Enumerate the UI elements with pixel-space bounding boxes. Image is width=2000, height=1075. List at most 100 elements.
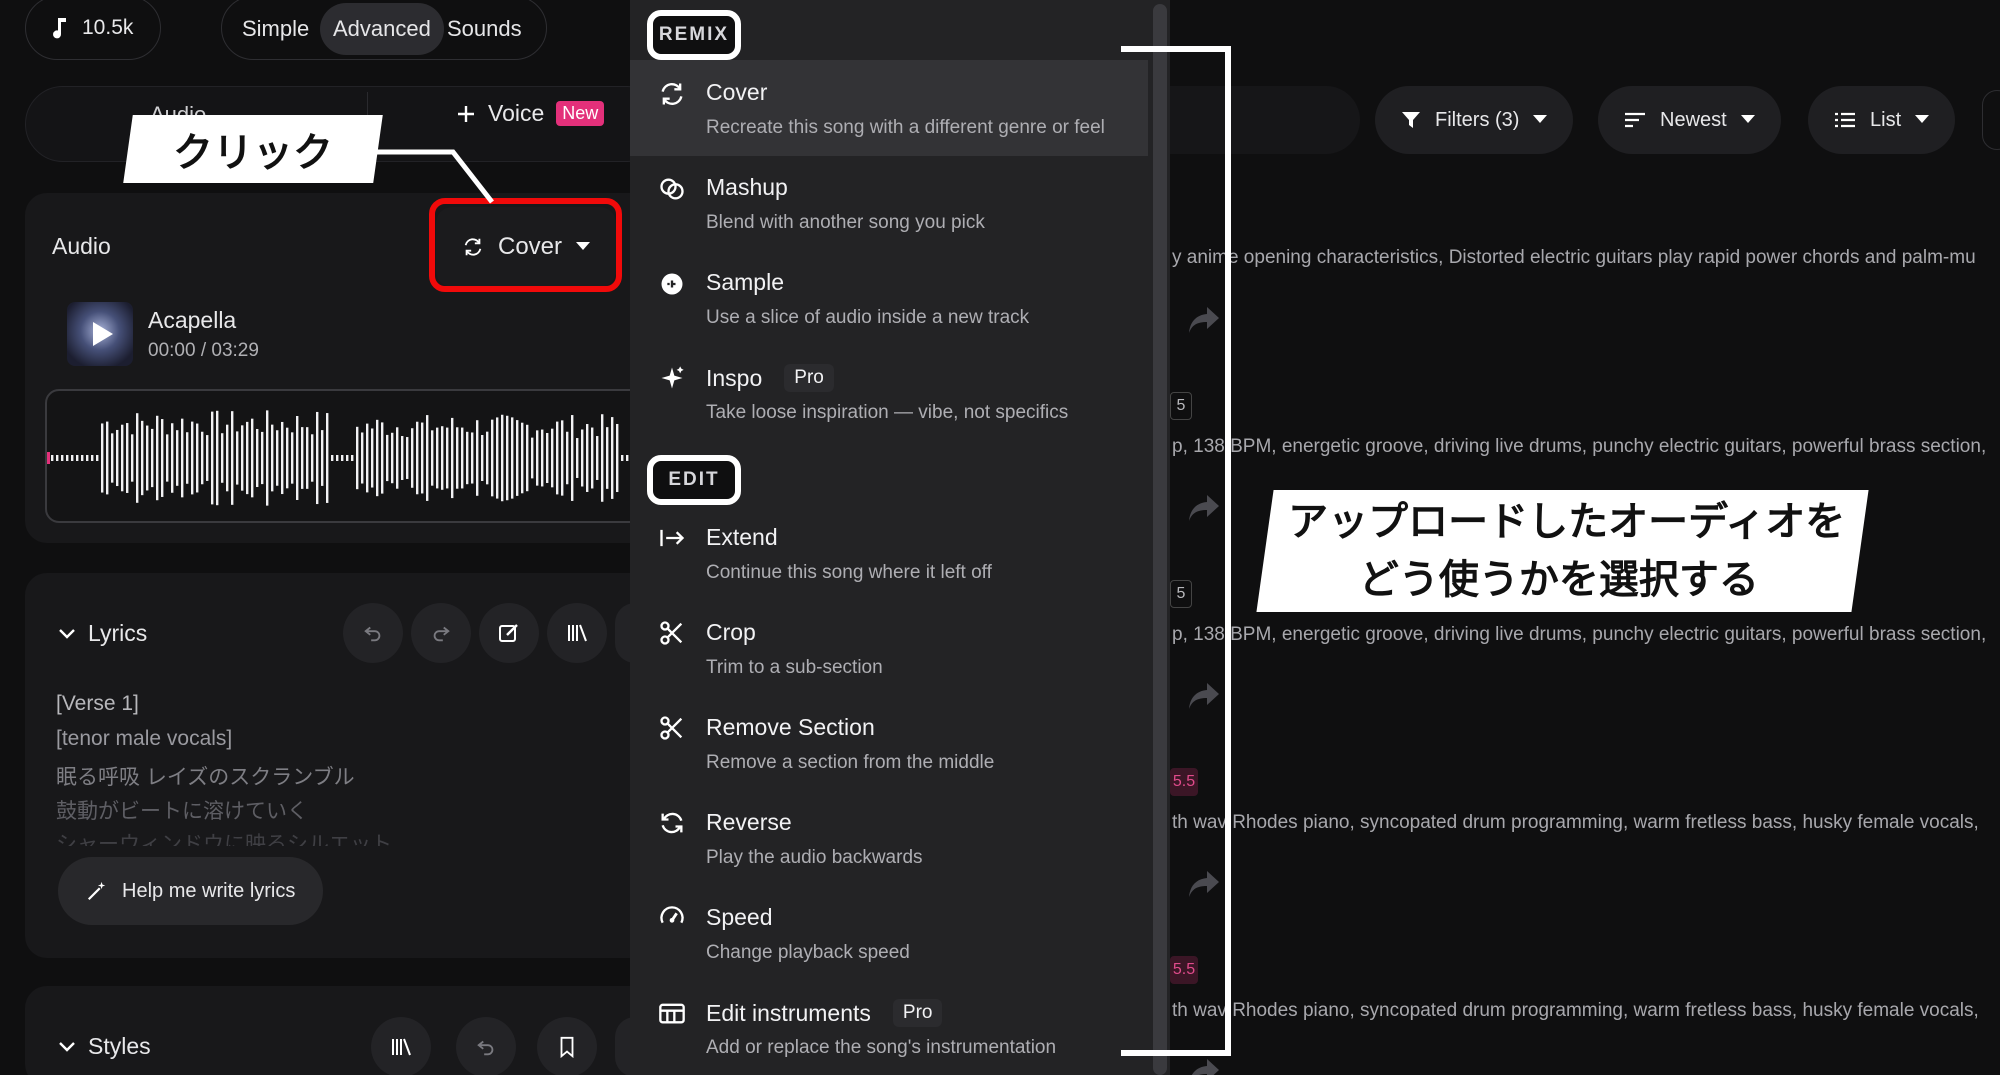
waveform-bar bbox=[591, 427, 594, 489]
waveform-bar bbox=[361, 432, 364, 484]
lyric-line: 眠る呼吸 レイズのスクランブル bbox=[56, 766, 355, 789]
menu-item-extend[interactable]: Extend bbox=[706, 524, 778, 551]
menu-item-speed[interactable]: Speed bbox=[706, 904, 773, 931]
menu-item-mashup[interactable]: Mashup bbox=[706, 174, 788, 201]
sort-button[interactable]: Newest bbox=[1598, 86, 1781, 154]
magic-wand-icon bbox=[87, 881, 106, 901]
credits-badge[interactable]: 10.5k bbox=[25, 0, 161, 60]
styles-undo-button[interactable] bbox=[456, 1017, 516, 1075]
waveform-bar bbox=[581, 429, 584, 487]
waveform-bar bbox=[291, 432, 294, 484]
filters-button[interactable]: Filters (3) bbox=[1375, 86, 1574, 154]
waveform-bar bbox=[141, 420, 144, 496]
track-title: Acapella bbox=[148, 307, 237, 333]
waveform-bar bbox=[261, 431, 264, 485]
menu-item-remove-section[interactable]: Remove Section bbox=[706, 714, 875, 741]
waveform-bar bbox=[146, 425, 149, 491]
callout-line: アップロードしたオーディオを bbox=[1287, 500, 1846, 544]
styles-bookmark-button[interactable] bbox=[537, 1017, 597, 1075]
song-description: th wav Rhodes piano, syncopated drum pro… bbox=[1172, 812, 1979, 833]
lyric-fade: シャーウィンドウに映るシルエット bbox=[56, 828, 616, 846]
lyrics-library-button[interactable] bbox=[547, 603, 607, 663]
lyric-line: シャーウィンドウに映るシルエット bbox=[56, 833, 392, 846]
mashup-icon bbox=[660, 178, 684, 200]
waveform-bar bbox=[521, 422, 524, 494]
waveform-bar bbox=[351, 455, 354, 461]
waveform-bar bbox=[531, 437, 534, 479]
menu-item-reverse[interactable]: Reverse bbox=[706, 809, 792, 836]
waveform-bar bbox=[321, 430, 324, 486]
menu-item-cover[interactable]: Cover bbox=[706, 79, 767, 106]
song-description: p, 138 BPM, energetic groove, driving li… bbox=[1172, 624, 1987, 645]
chevron-down-icon bbox=[59, 1041, 75, 1052]
waveform-bar bbox=[131, 434, 134, 482]
library-icon bbox=[392, 1038, 411, 1056]
more-options-button[interactable] bbox=[1982, 90, 2000, 150]
waveform-bar bbox=[66, 455, 69, 461]
view-button[interactable]: List bbox=[1808, 86, 1956, 154]
edit-section-label: EDIT bbox=[647, 455, 741, 505]
bookmark-icon bbox=[560, 1036, 574, 1058]
view-label: List bbox=[1870, 108, 1902, 131]
menu-item-title: Sample bbox=[706, 269, 784, 295]
waveform-bar bbox=[436, 427, 439, 489]
menu-item-title: Crop bbox=[706, 619, 756, 645]
audio-waveform[interactable] bbox=[45, 389, 665, 523]
menu-item-crop[interactable]: Crop bbox=[706, 619, 756, 646]
waveform-bar bbox=[71, 455, 74, 461]
mode-simple[interactable]: Simple bbox=[229, 3, 322, 55]
playhead[interactable] bbox=[47, 452, 50, 464]
waveform-bar bbox=[401, 436, 404, 480]
sort-icon bbox=[1625, 112, 1645, 128]
styles-title: Styles bbox=[88, 1033, 151, 1059]
menu-item-title: Inspo bbox=[706, 364, 763, 391]
edit-lyrics-button[interactable] bbox=[479, 603, 539, 663]
track-artwork[interactable] bbox=[67, 302, 133, 366]
extend-icon bbox=[660, 529, 685, 547]
mode-advanced[interactable]: Advanced bbox=[320, 3, 444, 55]
filters-label: Filters (3) bbox=[1435, 108, 1520, 131]
waveform-bar bbox=[246, 421, 249, 495]
help-write-lyrics-button[interactable]: Help me write lyrics bbox=[58, 857, 323, 925]
scissors-icon bbox=[660, 621, 683, 645]
mode-sounds[interactable]: Sounds bbox=[434, 3, 535, 55]
waveform-bar bbox=[566, 431, 569, 485]
waveform-bar bbox=[96, 455, 99, 461]
waveform-bar bbox=[61, 455, 64, 461]
waveform-bar bbox=[106, 421, 109, 495]
cover-icon bbox=[661, 83, 683, 105]
undo-icon bbox=[477, 1040, 494, 1056]
waveform-bar bbox=[316, 411, 319, 505]
waveform-bar bbox=[256, 428, 259, 488]
waveform-bar bbox=[126, 423, 129, 493]
waveform-bar bbox=[616, 423, 619, 493]
menu-item-subtitle: Recreate this song with a different genr… bbox=[706, 117, 1105, 138]
share-icon[interactable] bbox=[1187, 1057, 1221, 1075]
undo-button[interactable] bbox=[343, 603, 403, 663]
waveform-bar bbox=[171, 423, 174, 493]
tab-voice-label: Voice bbox=[488, 100, 545, 126]
menu-item-inspo[interactable]: Inspo Pro bbox=[706, 364, 834, 392]
redo-button[interactable] bbox=[411, 603, 471, 663]
lyrics-header[interactable]: Lyrics bbox=[58, 620, 147, 647]
waveform-bar bbox=[446, 427, 449, 489]
waveform-bar bbox=[431, 430, 434, 486]
menu-item-sample[interactable]: Sample bbox=[706, 269, 784, 296]
menu-item-edit-instruments[interactable]: Edit instruments Pro bbox=[706, 999, 943, 1027]
pro-badge: Pro bbox=[892, 999, 943, 1027]
waveform-bar bbox=[576, 438, 579, 478]
waveform-bar bbox=[491, 419, 494, 497]
song-description: p, 138 BPM, energetic groove, driving li… bbox=[1172, 436, 1987, 457]
styles-header[interactable]: Styles bbox=[58, 1033, 151, 1060]
waveform-bar bbox=[486, 431, 489, 485]
undo-icon bbox=[364, 626, 381, 642]
waveform-bar bbox=[86, 455, 89, 461]
waveform-bar bbox=[501, 414, 504, 502]
tab-voice[interactable]: Voice New bbox=[456, 100, 605, 127]
waveform-bar bbox=[156, 415, 159, 501]
waveform-bar bbox=[301, 427, 304, 489]
waveform-bar bbox=[306, 427, 309, 489]
waveform-bar bbox=[411, 428, 414, 488]
waveform-bar bbox=[191, 421, 194, 495]
styles-library-button[interactable] bbox=[371, 1017, 431, 1075]
